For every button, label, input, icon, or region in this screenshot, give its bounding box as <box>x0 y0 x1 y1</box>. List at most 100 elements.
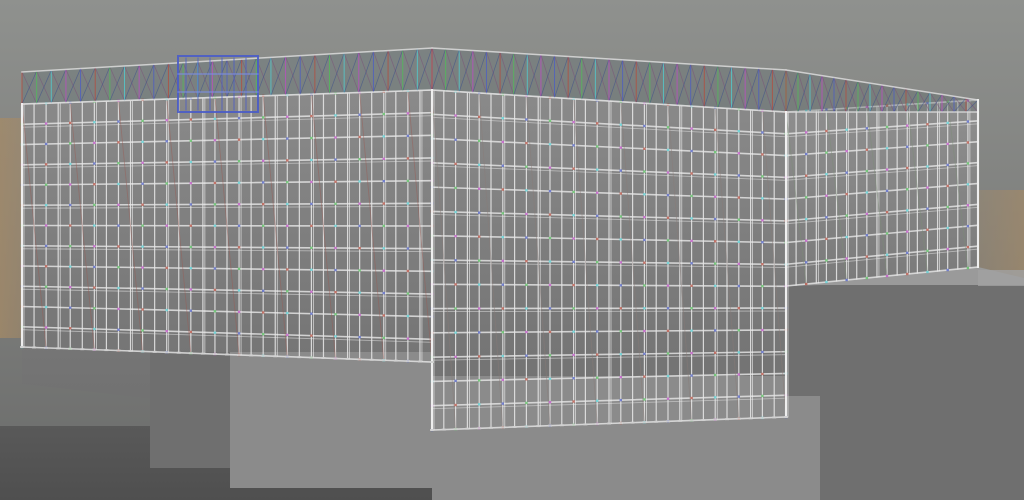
base-plate <box>477 427 482 430</box>
joint <box>189 266 193 270</box>
joint <box>382 112 385 116</box>
joint <box>406 314 410 318</box>
joint <box>596 191 599 194</box>
base-plate <box>465 427 470 430</box>
joint <box>825 172 828 176</box>
joint <box>926 165 929 168</box>
joint <box>845 128 848 131</box>
center-plinth <box>230 352 432 488</box>
joint <box>690 284 693 287</box>
joint <box>213 224 217 227</box>
base-plate <box>285 355 290 358</box>
joint <box>310 158 313 162</box>
joint <box>596 330 599 333</box>
joint <box>310 136 313 140</box>
base-plate <box>164 351 169 354</box>
joint <box>358 157 361 161</box>
joint <box>382 336 385 340</box>
joint <box>805 131 808 134</box>
joint <box>501 140 504 144</box>
base-plate <box>559 424 564 427</box>
joint <box>690 194 693 198</box>
joint <box>714 173 717 176</box>
joint <box>825 194 828 197</box>
joint <box>165 245 168 248</box>
joint <box>189 224 193 227</box>
joint <box>44 305 48 309</box>
joint <box>548 143 552 146</box>
joint <box>737 262 740 266</box>
joint <box>501 307 504 310</box>
joint <box>966 224 970 228</box>
base-plate <box>736 417 741 420</box>
joint <box>885 189 889 193</box>
joint <box>805 174 808 177</box>
joint <box>237 310 241 314</box>
joint <box>44 163 48 166</box>
joint <box>358 180 361 183</box>
joint <box>406 247 410 250</box>
joint <box>525 330 528 334</box>
joint <box>946 121 949 125</box>
joint <box>825 216 828 219</box>
joint <box>69 203 72 207</box>
joint <box>805 282 808 286</box>
joint <box>572 214 575 217</box>
joint <box>117 224 120 227</box>
joint <box>454 307 457 310</box>
joint <box>643 215 646 219</box>
joint <box>966 120 970 123</box>
left-plinth-step <box>150 352 230 468</box>
joint <box>737 329 740 332</box>
joint <box>189 288 193 291</box>
joint <box>382 314 385 317</box>
joint <box>501 331 504 334</box>
joint <box>596 353 599 356</box>
base-plate <box>701 419 706 422</box>
joint <box>117 120 120 123</box>
joint <box>213 117 217 120</box>
joint <box>906 166 909 170</box>
joint <box>966 162 970 165</box>
joint <box>885 232 889 235</box>
joint <box>358 313 361 317</box>
joint <box>825 151 828 154</box>
joint <box>596 399 599 403</box>
joint <box>213 181 217 185</box>
joint <box>454 210 457 214</box>
base-plate <box>453 428 458 431</box>
joint <box>501 354 504 358</box>
joint <box>69 224 72 227</box>
base-plate <box>333 357 338 360</box>
joint <box>643 352 646 356</box>
joint <box>572 283 575 287</box>
joint <box>141 245 144 248</box>
joint <box>261 202 265 206</box>
joint <box>382 179 385 183</box>
joint <box>572 190 575 194</box>
joint <box>406 179 410 183</box>
joint <box>572 330 575 333</box>
joint <box>572 260 575 263</box>
joint <box>93 307 96 310</box>
joint <box>596 376 599 379</box>
joint <box>619 398 622 402</box>
joint <box>334 202 337 205</box>
joint <box>548 283 552 287</box>
joint <box>865 212 869 216</box>
joint <box>334 335 337 338</box>
joint <box>548 401 552 404</box>
joint <box>261 116 265 119</box>
base-plate <box>92 348 97 351</box>
joint <box>643 329 646 333</box>
joint <box>690 307 693 310</box>
joint <box>406 202 410 205</box>
joint <box>141 140 144 144</box>
joint <box>619 146 622 149</box>
joint <box>619 238 622 241</box>
joint <box>548 260 552 263</box>
joint <box>737 351 740 354</box>
joint <box>666 284 670 287</box>
joint <box>454 186 457 190</box>
joint <box>117 328 120 331</box>
